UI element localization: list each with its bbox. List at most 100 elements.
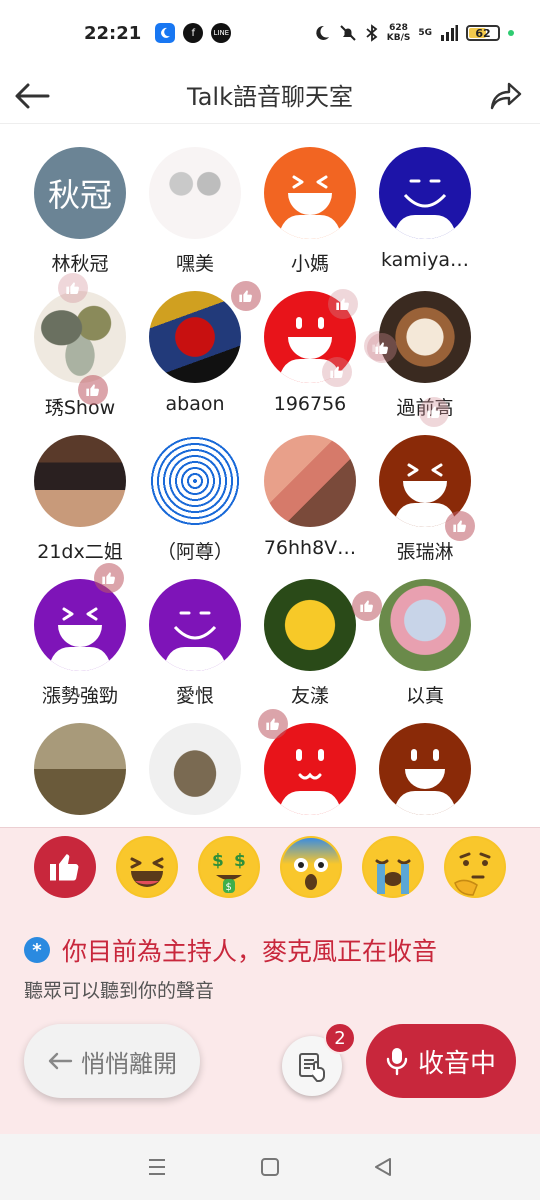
participant-name: 友漾 — [290, 685, 329, 707]
participant-name: 以真 — [405, 685, 444, 707]
avatar[interactable] — [149, 435, 241, 527]
participant-card[interactable] — [363, 723, 487, 827]
network-type: 5G — [418, 28, 432, 38]
shocked-face-icon — [282, 838, 340, 896]
participant-name: （阿尊） — [156, 541, 233, 563]
participant-card[interactable]: 小媽 — [248, 147, 372, 291]
mic-label: 收音中 — [417, 1048, 496, 1079]
participant-card[interactable] — [133, 723, 257, 827]
thumbs-up-reaction-badge — [94, 563, 124, 593]
participant-card[interactable]: 琇Show — [18, 273, 142, 435]
battery-indicator: 62 — [466, 25, 500, 41]
crying-face-icon — [364, 838, 422, 896]
participant-card[interactable]: 以真 — [363, 579, 487, 723]
avatar[interactable] — [149, 723, 241, 815]
leave-quietly-button[interactable]: 悄悄離開 — [24, 1024, 200, 1098]
reaction-laugh[interactable] — [116, 836, 178, 898]
laughing-face-icon — [118, 838, 176, 896]
thumbs-up-icon — [453, 520, 466, 533]
participant-name: kamiya… — [381, 249, 469, 271]
avatar[interactable] — [264, 435, 356, 527]
thumbs-up-icon — [50, 854, 79, 881]
avatar[interactable]: 秋冠 — [34, 147, 126, 239]
avatar[interactable] — [379, 723, 471, 815]
participant-card[interactable]: 76hh8V… — [248, 435, 372, 579]
status-time: 22:21 — [84, 22, 142, 44]
system-nav-bar — [0, 1134, 540, 1200]
status-icons: 628 KB/S 5G 62 — [313, 23, 514, 43]
share-arrow-icon — [490, 82, 522, 110]
avatar[interactable] — [264, 147, 356, 239]
thumbs-up-reaction-badge — [58, 273, 88, 303]
participant-card[interactable]: （阿尊） — [133, 435, 257, 579]
thumbs-up-icon — [375, 342, 388, 355]
thumbs-up-icon — [86, 384, 99, 397]
avatar[interactable] — [379, 579, 471, 671]
back-nav-button[interactable] — [363, 1147, 403, 1187]
avatar[interactable] — [34, 435, 126, 527]
host-status: * 你目前為主持人，麥克風正在收音 — [24, 932, 437, 968]
participant-card[interactable] — [248, 709, 372, 827]
participant-card[interactable]: abaon — [133, 281, 261, 435]
reaction-shock[interactable] — [280, 836, 342, 898]
mic-recording-button[interactable]: 收音中 — [366, 1024, 516, 1098]
reaction-cry[interactable] — [362, 836, 424, 898]
control-panel: $ $ $ * 你目前為主持人，麥克風正在收音 聽眾可以聽到你的聲音 悄悄離開 2 … — [0, 827, 540, 1134]
participant-card[interactable]: 秋冠 林秋冠 — [18, 147, 142, 291]
arrow-left-icon — [15, 83, 50, 109]
chat-count-badge: 2 — [324, 1022, 356, 1054]
bluetooth-icon — [366, 24, 378, 42]
thumbs-up-reaction-badge — [328, 289, 358, 319]
avatar[interactable] — [149, 291, 241, 383]
avatar[interactable] — [264, 579, 356, 671]
participant-name: 漲勢強勁 — [41, 685, 118, 707]
participant-card[interactable]: 過前高 — [363, 291, 487, 435]
hand-document-icon — [299, 1053, 325, 1082]
reaction-thumbs-up[interactable] — [34, 836, 96, 898]
participant-card[interactable] — [18, 723, 142, 827]
status-bar: 22:21 f LINE 628 KB/S 5G 62 — [0, 0, 540, 66]
participant-card[interactable]: 196756 — [248, 289, 394, 435]
avatar[interactable] — [34, 579, 126, 671]
thumbs-up-icon — [427, 406, 440, 419]
recent-apps-button[interactable] — [137, 1147, 177, 1187]
app-header: Talk語音聊天室 — [0, 66, 540, 124]
avatar[interactable] — [149, 579, 241, 671]
square-icon — [260, 1158, 279, 1176]
thumbs-up-reaction-badge — [367, 333, 397, 363]
avatar[interactable] — [379, 147, 471, 239]
participant-card[interactable]: 嘿美 — [133, 147, 257, 291]
thumbs-up-reaction-badge — [78, 375, 108, 405]
network-speed: 628 KB/S — [386, 23, 411, 43]
reaction-money[interactable]: $ $ $ — [198, 836, 260, 898]
microphone-icon — [386, 1048, 408, 1076]
participant-card[interactable]: 21dx二姐 — [18, 435, 142, 579]
share-button[interactable] — [486, 76, 526, 116]
avatar[interactable] — [34, 291, 126, 383]
reaction-thinking[interactable] — [444, 836, 506, 898]
home-button[interactable] — [250, 1147, 290, 1187]
participant-card[interactable]: 愛恨 — [133, 579, 257, 723]
mute-bell-icon — [340, 25, 356, 41]
avatar-text: 秋冠 — [47, 176, 112, 214]
thumbs-up-icon — [266, 718, 279, 731]
menu-lines-icon — [148, 1159, 165, 1175]
participant-name: 張瑞淋 — [396, 541, 454, 563]
participant-card[interactable]: 友漾 — [248, 579, 382, 723]
chat-requests-button[interactable]: 2 — [282, 1022, 356, 1096]
participant-name: 嘿美 — [175, 253, 214, 275]
thumbs-up-reaction-badge — [322, 357, 352, 387]
participant-card[interactable]: kamiya… — [363, 147, 487, 291]
participant-card[interactable]: 漲勢強勁 — [18, 563, 142, 723]
back-button[interactable] — [12, 76, 52, 116]
avatar[interactable] — [149, 147, 241, 239]
moon-icon — [316, 25, 329, 40]
avatar[interactable] — [34, 723, 126, 815]
participant-name: 林秋冠 — [51, 253, 109, 275]
participant-name: 76hh8V… — [263, 537, 357, 559]
thumbs-up-icon — [330, 366, 343, 379]
page-title: Talk語音聊天室 — [187, 83, 353, 111]
participant-card[interactable]: 張瑞淋 — [363, 435, 487, 579]
moon-app-icon — [155, 23, 176, 43]
participant-name: 愛恨 — [175, 685, 214, 707]
